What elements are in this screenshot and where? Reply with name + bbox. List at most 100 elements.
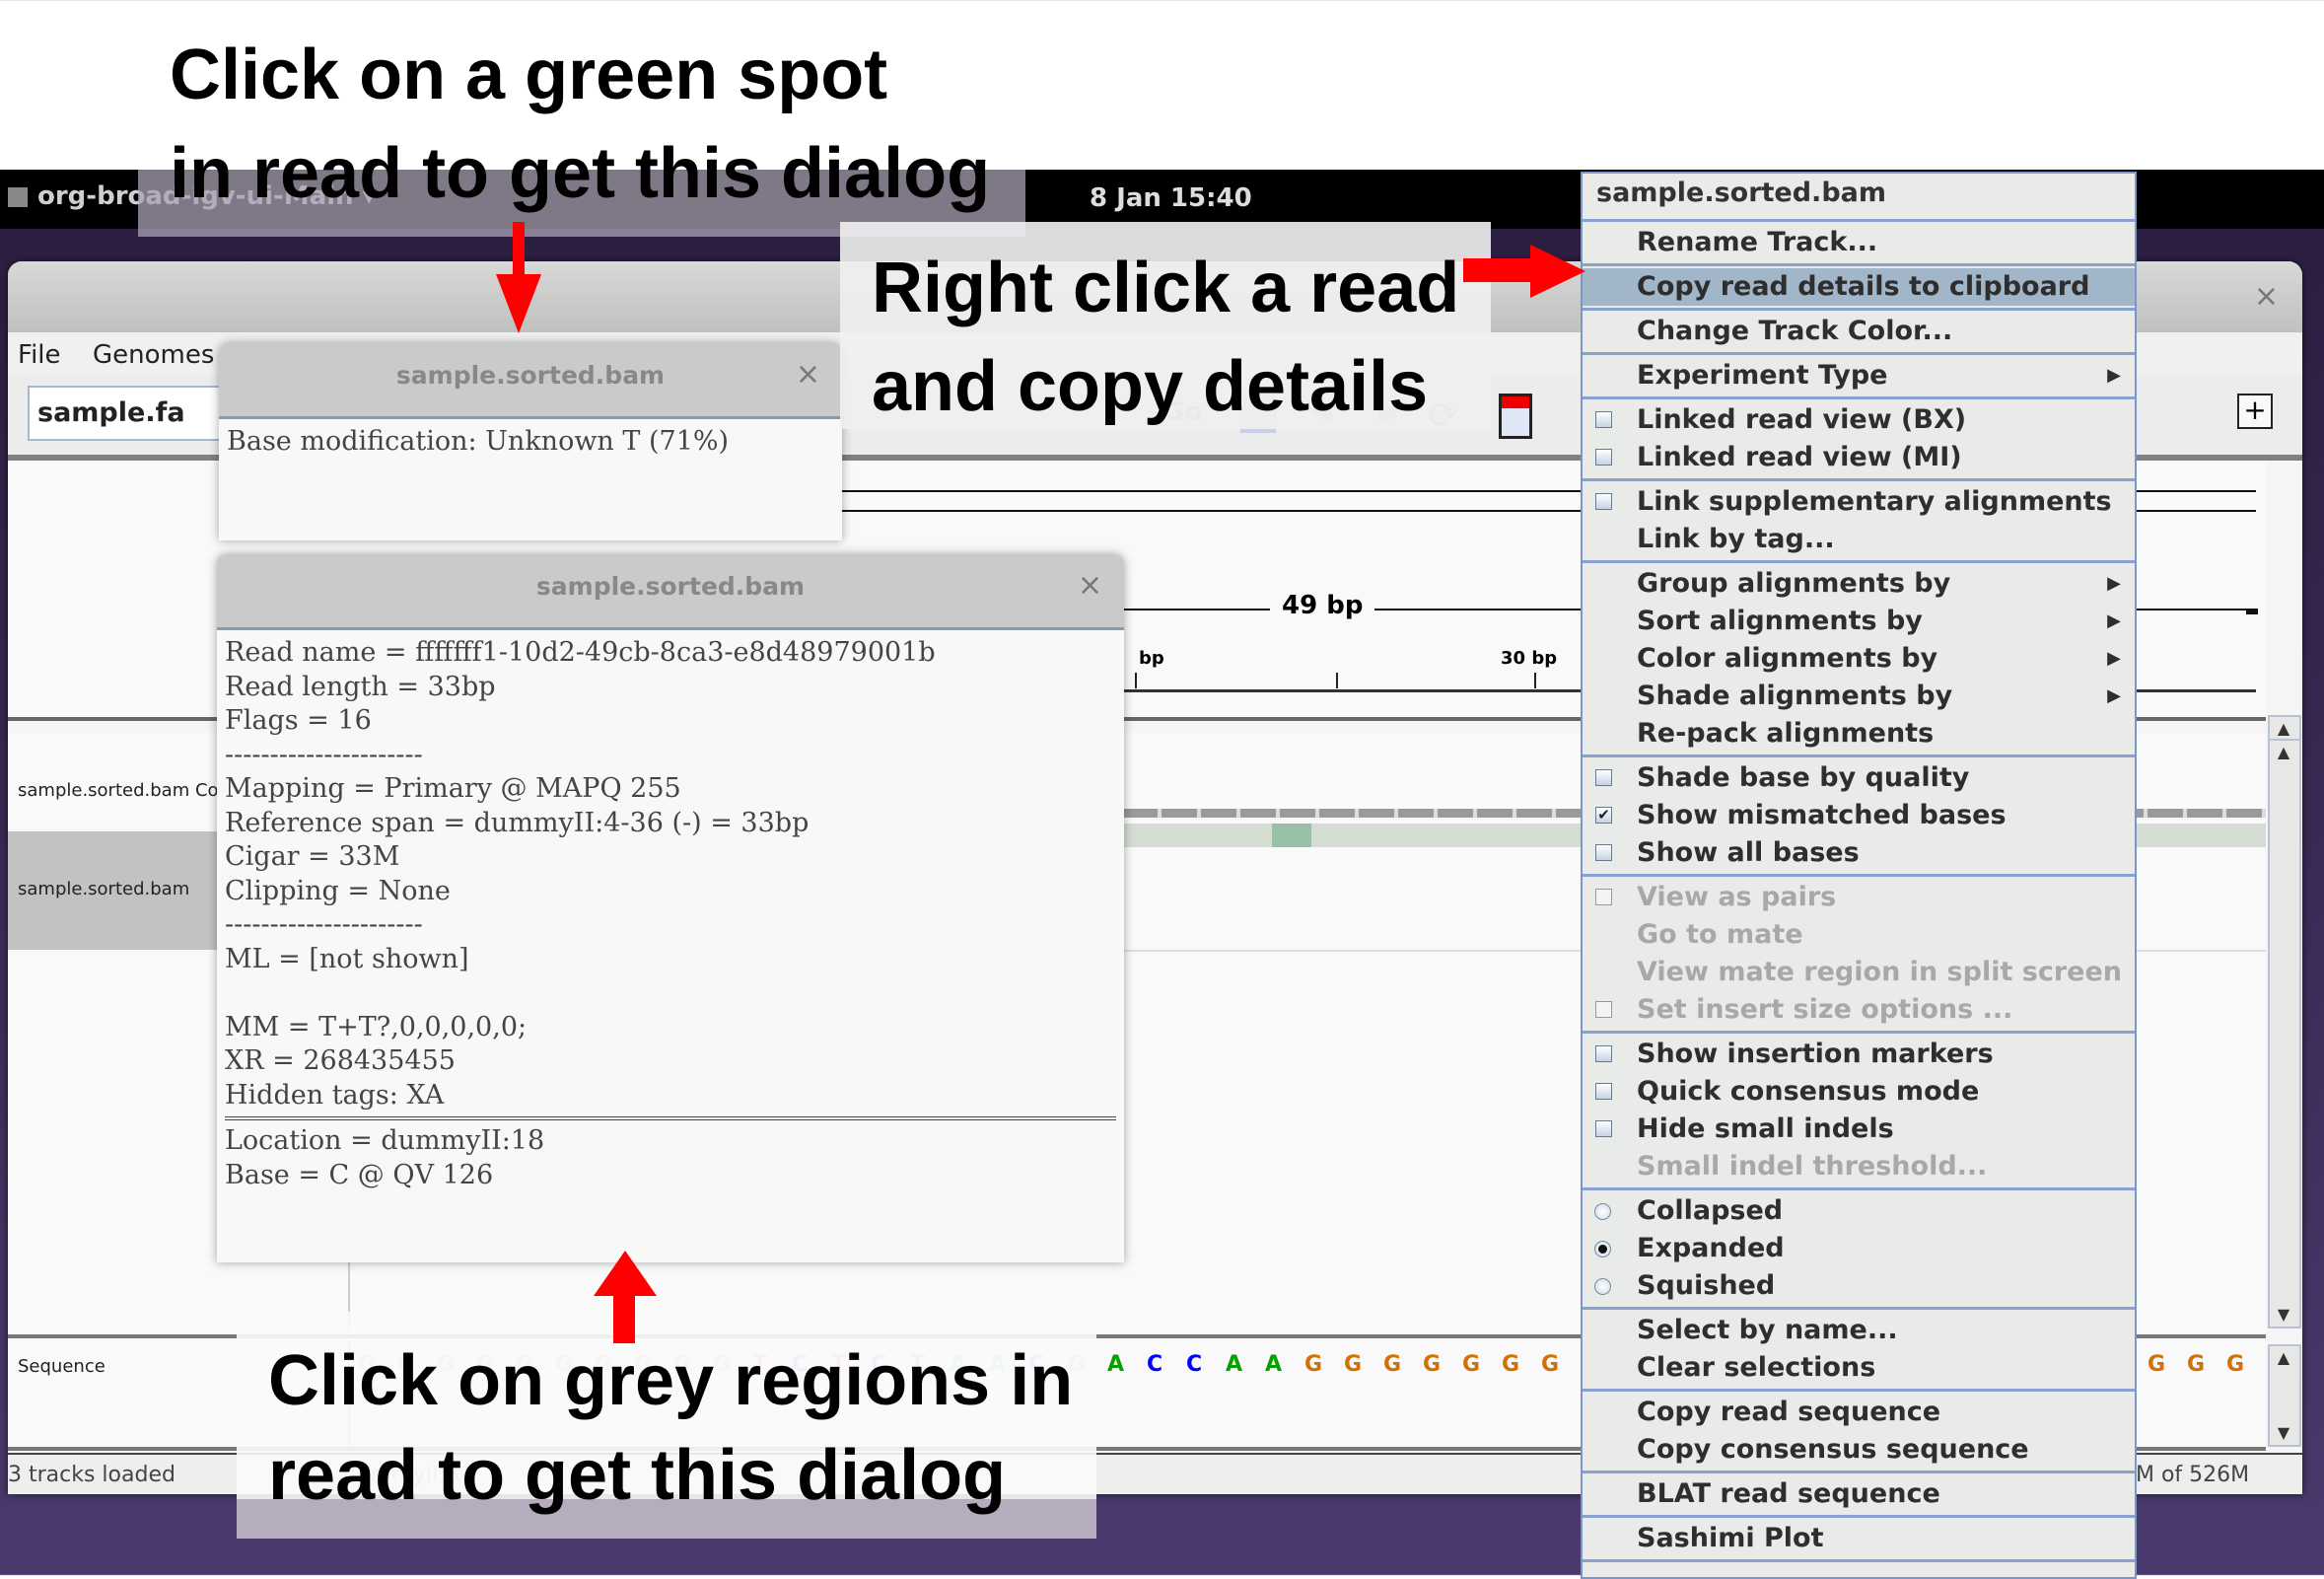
- track-name-sequence[interactable]: Sequence: [18, 1356, 106, 1377]
- checkbox-icon[interactable]: [1595, 844, 1612, 861]
- menu-item-select-by-name[interactable]: Select by name...: [1583, 1312, 2135, 1349]
- checkbox-icon[interactable]: [1595, 411, 1612, 428]
- checkbox-icon[interactable]: [1595, 1045, 1612, 1062]
- alignment-scrollbar[interactable]: ▲ ▼: [2268, 739, 2301, 1328]
- menu-item-copy-read-details-to-clipboard[interactable]: Copy read details to clipboard: [1583, 268, 2135, 306]
- checkbox-icon[interactable]: [1595, 889, 1612, 905]
- dialog-body: Base modification: Unknown T (71%): [219, 419, 842, 466]
- menu-group: View as pairs Go to mate View mate region …: [1583, 877, 2135, 1034]
- menu-item-label: Select by name...: [1637, 1315, 1898, 1345]
- menu-item-label: View mate region in split screen: [1637, 957, 2123, 987]
- menu-item-expanded[interactable]: Expanded: [1583, 1230, 2135, 1267]
- radio-selected-icon[interactable]: [1594, 1241, 1611, 1257]
- base-modification-text: Base modification: Unknown T (71%): [227, 426, 730, 457]
- menu-item-collapsed[interactable]: Collapsed: [1583, 1192, 2135, 1230]
- menu-item-clear-selections[interactable]: Clear selections: [1583, 1349, 2135, 1387]
- menu-group: Experiment Type ▶: [1583, 355, 2135, 399]
- menu-item-label: Show all bases: [1637, 837, 1860, 868]
- arrow-up-shaft: [613, 1294, 635, 1343]
- track-name-alignments[interactable]: sample.sorted.bam: [18, 879, 189, 899]
- scroll-down-icon[interactable]: ▼: [2274, 1423, 2293, 1443]
- sequence-base: G: [2187, 1352, 2206, 1377]
- menu-item-shade-base-by-quality[interactable]: Shade base by quality: [1583, 759, 2135, 797]
- menu-item-sashimi-plot[interactable]: Sashimi Plot: [1583, 1520, 2135, 1557]
- menu-item-label: Shade alignments by: [1637, 681, 1953, 711]
- menu-group: Link supplementary alignments Link by tag…: [1583, 481, 2135, 563]
- sequence-base: G: [1502, 1352, 1520, 1377]
- radio-icon[interactable]: [1594, 1203, 1611, 1220]
- menu-item-quick-consensus-mode[interactable]: Quick consensus mode: [1583, 1073, 2135, 1111]
- menu-file[interactable]: File: [18, 340, 61, 370]
- read-detail-line: MM = T+T?,0,0,0,0,0;: [225, 1011, 528, 1042]
- menu-item-linked-read-view-bx[interactable]: Linked read view (BX): [1583, 401, 2135, 439]
- menu-group: Copy read sequence Copy consensus sequenc…: [1583, 1392, 2135, 1473]
- checkbox-icon[interactable]: [1595, 1083, 1612, 1100]
- menu-item-go-to-mate: Go to mate: [1583, 916, 2135, 954]
- dialog-close-button[interactable]: ×: [1078, 568, 1102, 603]
- span-label: 49 bp: [1270, 591, 1375, 620]
- sequence-base: G: [1462, 1352, 1481, 1377]
- menu-item-color-alignments-by[interactable]: Color alignments by ▶: [1583, 640, 2135, 678]
- checkbox-checked-icon[interactable]: ✔: [1595, 807, 1612, 824]
- window-close-button[interactable]: ×: [2254, 279, 2279, 314]
- menu-item-blat-read-sequence[interactable]: BLAT read sequence: [1583, 1475, 2135, 1513]
- menu-item-shade-alignments-by[interactable]: Shade alignments by ▶: [1583, 678, 2135, 715]
- base-modification-spot[interactable]: [1272, 824, 1311, 847]
- read-detail-line: XR = 268435455: [225, 1045, 456, 1076]
- menu-item-show-mismatched-bases[interactable]: ✔ Show mismatched bases: [1583, 797, 2135, 834]
- scroll-down-icon[interactable]: ▼: [2274, 1305, 2293, 1325]
- scroll-up-icon[interactable]: ▲: [2274, 743, 2293, 762]
- menu-item-change-track-color[interactable]: Change Track Color...: [1583, 313, 2135, 350]
- sequence-base: C: [1186, 1352, 1203, 1377]
- menu-item-copy-consensus-sequence[interactable]: Copy consensus sequence: [1583, 1431, 2135, 1469]
- menu-item-experiment-type[interactable]: Experiment Type ▶: [1583, 357, 2135, 395]
- radio-icon[interactable]: [1594, 1278, 1611, 1295]
- menu-item-link-by-tag[interactable]: Link by tag...: [1583, 521, 2135, 558]
- status-memory: M of 526M: [2136, 1463, 2250, 1487]
- sequence-base: A: [1226, 1352, 1243, 1377]
- dialog-close-button[interactable]: ×: [796, 357, 820, 392]
- menu-item-show-all-bases[interactable]: Show all bases: [1583, 834, 2135, 872]
- context-menu-items: Rename Track... Copy read details to clip…: [1583, 222, 2135, 1562]
- checkbox-icon[interactable]: [1595, 1001, 1612, 1018]
- menu-item-re-pack-alignments[interactable]: Re-pack alignments: [1583, 715, 2135, 753]
- menu-item-group-alignments-by[interactable]: Group alignments by ▶: [1583, 565, 2135, 603]
- menu-item-show-insertion-markers[interactable]: Show insertion markers: [1583, 1036, 2135, 1073]
- dialog-title-bar[interactable]: sample.sorted.bam ×: [219, 343, 842, 419]
- scroll-up-icon[interactable]: ▲: [2274, 1348, 2293, 1368]
- submenu-arrow-icon: ▶: [2107, 573, 2121, 594]
- track-context-menu: sample.sorted.bam Rename Track... Copy re…: [1581, 172, 2137, 1579]
- submenu-arrow-icon: ▶: [2107, 610, 2121, 631]
- menu-item-sort-alignments-by[interactable]: Sort alignments by ▶: [1583, 603, 2135, 640]
- add-panel-button[interactable]: +: [2237, 394, 2273, 429]
- menu-item-link-supplementary-alignments[interactable]: Link supplementary alignments: [1583, 483, 2135, 521]
- read-detail-line: Clipping = None: [225, 875, 451, 906]
- checkbox-icon[interactable]: [1595, 769, 1612, 786]
- scroll-up-icon[interactable]: ▲: [2274, 719, 2293, 739]
- region-navigator-icon[interactable]: [1499, 394, 1532, 439]
- menu-item-copy-read-sequence[interactable]: Copy read sequence: [1583, 1394, 2135, 1431]
- menu-item-label: Change Track Color...: [1637, 316, 1953, 346]
- menu-item-rename-track[interactable]: Rename Track...: [1583, 224, 2135, 261]
- menu-item-linked-read-view-mi[interactable]: Linked read view (MI): [1583, 439, 2135, 476]
- sequence-base: G: [1344, 1352, 1363, 1377]
- menu-item-squished[interactable]: Squished: [1583, 1267, 2135, 1305]
- annotation-top-right-line2: and copy details: [872, 347, 1429, 426]
- dialog-title: sample.sorted.bam: [395, 361, 666, 390]
- dialog-title-bar[interactable]: sample.sorted.bam ×: [217, 554, 1124, 630]
- menu-genomes[interactable]: Genomes: [93, 340, 214, 370]
- read-detail-line: Read length = 33bp: [225, 671, 496, 702]
- sequence-scrollbar[interactable]: ▲ ▼: [2268, 1344, 2301, 1447]
- menu-item-hide-small-indels[interactable]: Hide small indels: [1583, 1111, 2135, 1148]
- menu-item-label: Re-pack alignments: [1637, 718, 1935, 749]
- checkbox-icon[interactable]: [1595, 493, 1612, 510]
- dialog-title: sample.sorted.bam: [535, 572, 806, 601]
- menu-group: Change Track Color...: [1583, 311, 2135, 355]
- menu-item-label: Go to mate: [1637, 919, 1803, 950]
- sequence-base: A: [1107, 1352, 1125, 1377]
- arrow-down-shaft: [513, 222, 525, 276]
- read-details-top: Read name = fffffff1-10d2-49cb-8ca3-e8d4…: [225, 636, 1116, 1112]
- menu-item-label: Small indel threshold...: [1637, 1151, 1988, 1182]
- checkbox-icon[interactable]: [1595, 449, 1612, 466]
- checkbox-icon[interactable]: [1595, 1120, 1612, 1137]
